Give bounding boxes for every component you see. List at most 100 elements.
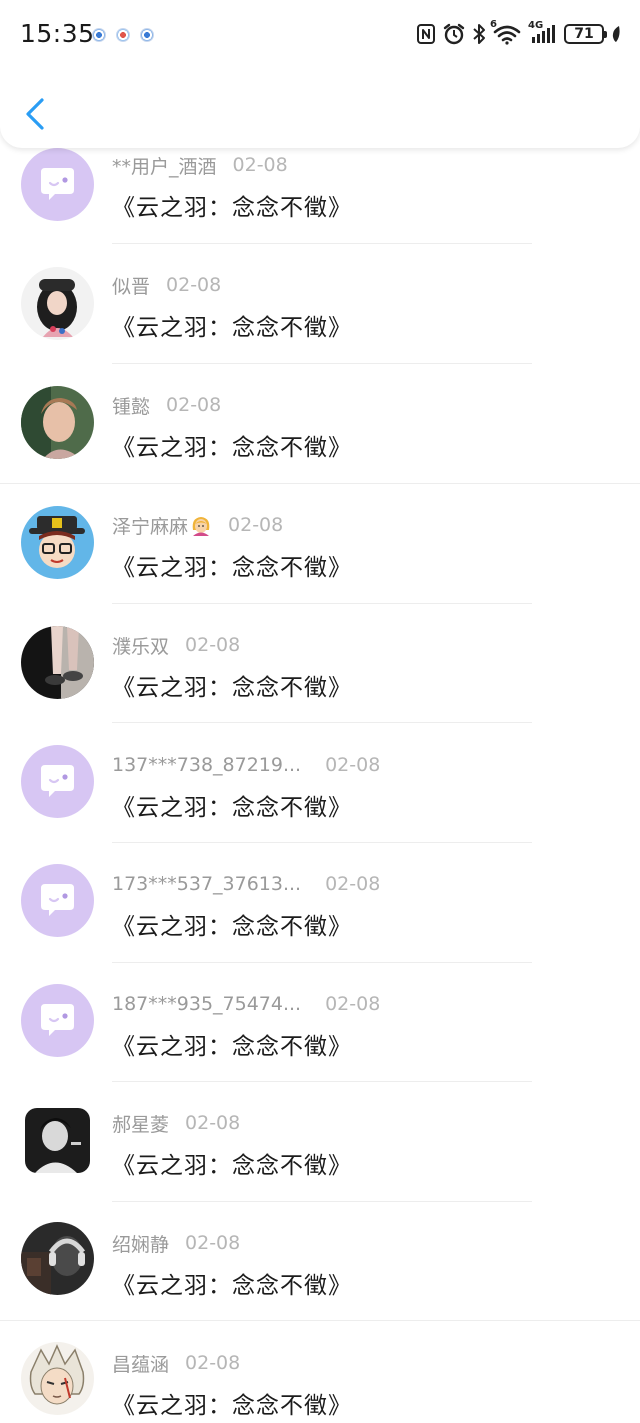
battery-indicator: 71 [564,24,607,44]
divider [112,722,532,723]
message-text: 《云之羽：念念不徵》 [112,914,352,940]
avatar[interactable] [21,1222,94,1295]
avatar[interactable] [21,984,94,1057]
default-chat-avatar-icon [21,984,94,1057]
avatar[interactable] [21,745,94,818]
username[interactable]: 泽宁麻麻 [112,512,188,539]
avatar[interactable] [25,1108,90,1173]
list-item[interactable]: 187***935_75474... 02-08 《云之羽：念念不徵》 [0,984,640,1109]
list-item[interactable]: 昌蕴涵 02-08 《云之羽：念念不徵》 [0,1342,640,1423]
name-line: 锺懿 02-08 [112,390,221,420]
divider [112,962,532,963]
woman-emoji-icon [192,517,210,536]
back-button[interactable] [18,92,52,136]
date: 02-08 [325,873,381,895]
name-line: **用户_酒酒 02-08 [112,150,288,180]
photo-legs-avatar [21,626,94,699]
avatar[interactable] [21,864,94,937]
date: 02-08 [325,993,381,1015]
date: 02-08 [325,754,381,776]
bluetooth-icon [473,24,485,44]
name-line: 187***935_75474... 02-08 [112,989,380,1019]
avatar[interactable] [21,626,94,699]
cartoon-avatar [21,506,94,579]
name-line: 昌蕴涵 02-08 [112,1348,240,1378]
message-text: 《云之羽：念念不徵》 [112,195,352,221]
list-item[interactable]: 似晋 02-08 《云之羽：念念不徵》 [0,267,640,390]
app-notification-icon [92,28,106,42]
list-item[interactable]: 绍娴静 02-08 《云之羽：念念不徵》 [0,1222,640,1348]
photo-dark-avatar [21,1222,94,1295]
date: 02-08 [185,1352,241,1374]
username[interactable]: 似晋 [112,272,150,299]
username[interactable]: 郝星菱 [112,1110,169,1137]
divider [0,1320,640,1321]
status-indicators: 6 4G 71 [416,19,622,47]
screen: 15:35 6 4G 71 **用户_酒酒 02-08 《云之羽：念念不徵》 似… [0,0,640,1423]
message-text: 《云之羽：念念不徵》 [112,1034,352,1060]
list-item[interactable]: 137***738_87219... 02-08 《云之羽：念念不徵》 [0,745,640,870]
date: 02-08 [166,274,222,296]
network-type: 4G [528,20,544,31]
notification-icons [92,28,154,42]
message-text: 《云之羽：念念不徵》 [112,555,352,581]
username[interactable]: 173***537_37613... [112,873,301,895]
date: 02-08 [166,394,222,416]
username[interactable]: 锺懿 [112,392,150,419]
photo-woman-avatar [21,386,94,459]
app-notification-icon [140,28,154,42]
message-text: 《云之羽：念念不徵》 [112,795,352,821]
message-text: 《云之羽：念念不徵》 [112,435,352,461]
list-item[interactable]: 173***537_37613... 02-08 《云之羽：念念不徵》 [0,864,640,989]
avatar[interactable] [21,506,94,579]
status-time: 15:35 [20,19,95,48]
photo-bw-avatar [25,1108,90,1173]
photo-girl-avatar [21,267,94,340]
date: 02-08 [232,154,288,176]
name-line: 濮乐双 02-08 [112,630,240,660]
list-item[interactable]: 濮乐双 02-08 《云之羽：念念不徵》 [0,626,640,750]
name-line: 绍娴静 02-08 [112,1228,240,1258]
cell-signal-icon: 4G [528,20,556,45]
list-item[interactable]: **用户_酒酒 02-08 《云之羽：念念不徵》 [0,148,640,270]
list-item[interactable]: 郝星菱 02-08 《云之羽：念念不徵》 [0,1108,640,1228]
name-line: 173***537_37613... 02-08 [112,869,380,899]
username[interactable]: 137***738_87219... [112,754,301,776]
divider [112,1081,532,1082]
name-line: 郝星菱 02-08 [112,1108,240,1138]
username[interactable]: 187***935_75474... [112,993,301,1015]
message-text: 《云之羽：念念不徵》 [112,1273,352,1299]
divider [0,483,640,484]
message-text: 《云之羽：念念不徵》 [112,1393,352,1419]
divider [112,363,532,364]
leaf-icon [612,26,620,42]
name-line: 似晋 02-08 [112,270,221,300]
divider [112,603,532,604]
wifi-icon: 6 [490,19,522,45]
default-chat-avatar-icon [21,745,94,818]
username[interactable]: 濮乐双 [112,632,169,659]
name-line: 137***738_87219... 02-08 [112,750,380,780]
avatar[interactable] [21,1342,94,1415]
avatar[interactable] [21,386,94,459]
list-item[interactable]: 锺懿 02-08 《云之羽：念念不徵》 [0,386,640,510]
list-item[interactable]: 泽宁麻麻 02-08 《云之羽：念念不徵》 [0,506,640,630]
avatar[interactable] [21,148,94,221]
message-text: 《云之羽：念念不徵》 [112,675,352,701]
default-chat-avatar-icon [21,864,94,937]
divider [112,243,532,244]
date: 02-08 [185,1232,241,1254]
anime-avatar [21,1342,94,1415]
avatar[interactable] [21,267,94,340]
username[interactable]: **用户_酒酒 [112,152,217,179]
name-line: 泽宁麻麻 02-08 [112,510,283,540]
chevron-left-icon [26,98,44,130]
message-text: 《云之羽：念念不徵》 [112,315,352,341]
divider [112,1201,532,1202]
message-text: 《云之羽：念念不徵》 [112,1153,352,1179]
date: 02-08 [185,1112,241,1134]
username[interactable]: 绍娴静 [112,1230,169,1257]
nfc-icon [417,24,435,44]
status-bar: 15:35 6 4G 71 [0,0,640,70]
username[interactable]: 昌蕴涵 [112,1350,169,1377]
